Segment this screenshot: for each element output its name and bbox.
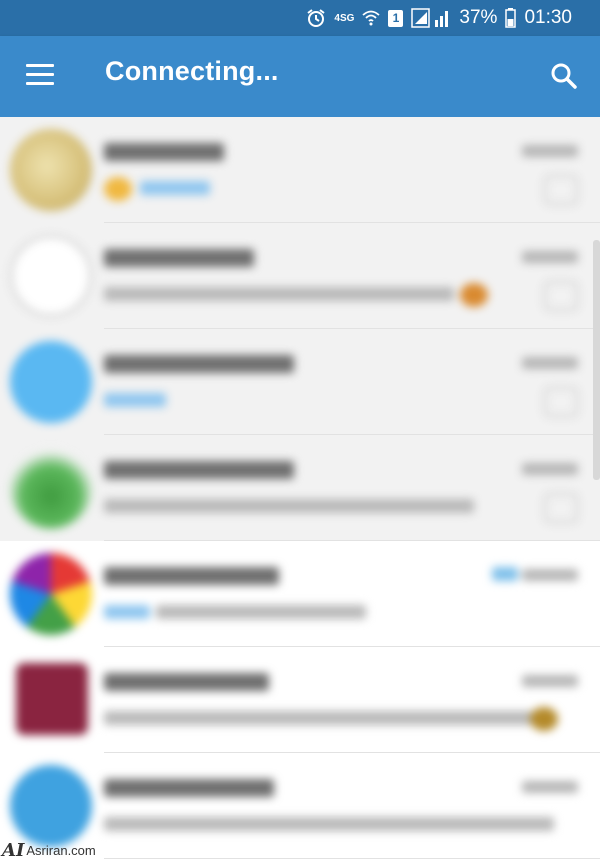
- chat-row[interactable]: [0, 223, 600, 329]
- watermark-logo: AI: [2, 839, 25, 861]
- wifi-icon: [362, 10, 381, 26]
- battery-percent: 37%: [459, 7, 498, 28]
- chat-avatar: [10, 765, 92, 847]
- alarm-icon: [307, 9, 326, 27]
- sim-icon: 1: [388, 9, 404, 27]
- chat-avatar: [10, 341, 92, 423]
- chat-avatar: [10, 553, 92, 635]
- chat-row[interactable]: [0, 117, 600, 223]
- app-title: Connecting...: [105, 56, 279, 86]
- network-label: 4SG: [334, 12, 355, 24]
- status-icons: 4SG 1 37% 01:30: [306, 6, 572, 30]
- chat-avatar: [10, 235, 92, 317]
- status-bar: 4SG 1 37% 01:30: [0, 0, 600, 36]
- search-icon[interactable]: [546, 58, 582, 94]
- clock: 01:30: [524, 7, 572, 28]
- signal-icon: [411, 8, 449, 28]
- chat-row[interactable]: [0, 541, 600, 647]
- app-bar: Connecting...: [0, 36, 600, 117]
- chat-avatar: [10, 447, 92, 529]
- chat-row[interactable]: [0, 647, 600, 753]
- battery-icon: [505, 8, 517, 28]
- chat-avatar: [10, 129, 92, 211]
- chat-row[interactable]: [0, 329, 600, 435]
- watermark: AI Asriran.com: [2, 839, 96, 861]
- chat-avatar: [16, 663, 88, 735]
- chat-list[interactable]: [0, 117, 600, 861]
- chat-row[interactable]: [0, 435, 600, 541]
- hamburger-menu-icon[interactable]: [20, 58, 60, 94]
- watermark-site: Asriran.com: [26, 842, 96, 858]
- scrollbar[interactable]: [593, 240, 600, 480]
